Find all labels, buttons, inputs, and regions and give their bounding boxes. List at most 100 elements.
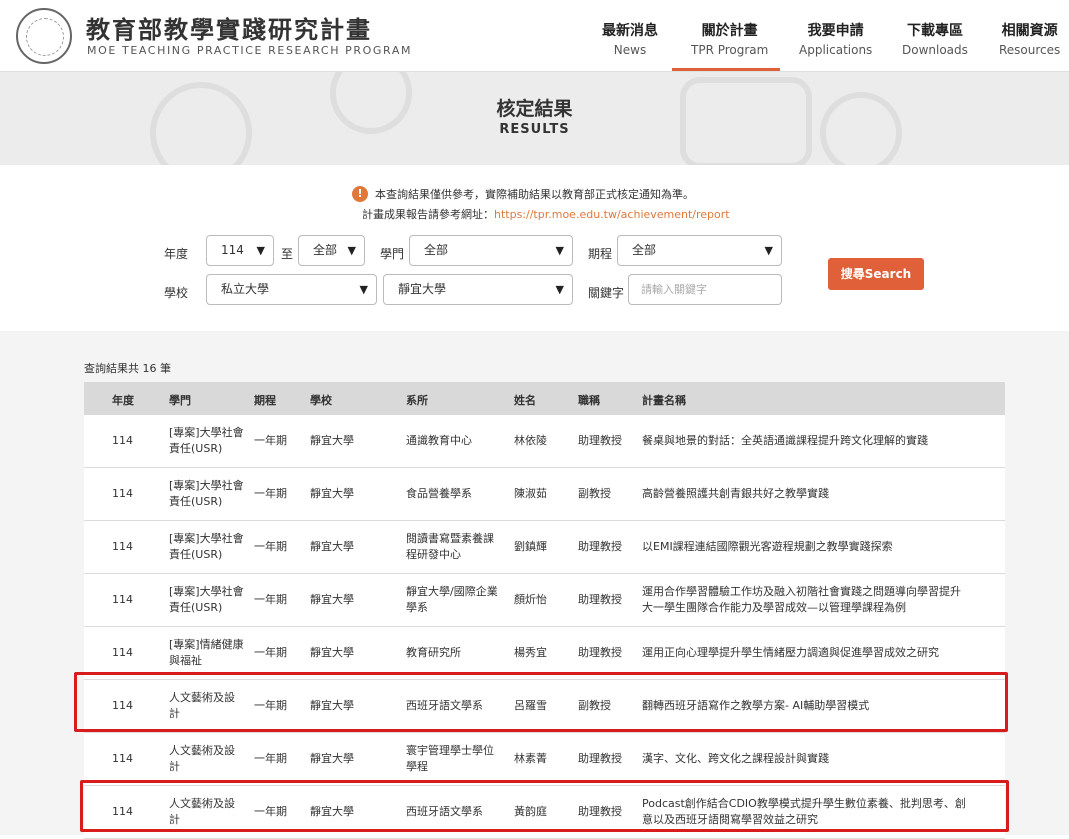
header-title: 職稱 (578, 394, 600, 407)
nav-resources[interactable]: 相關資源 Resources (999, 20, 1060, 57)
cell-field-line: 計 (169, 760, 180, 773)
field-label: 學門 (380, 247, 405, 261)
cell-name: 楊秀宜 (514, 646, 547, 659)
cell-dept-line: 程研發中心 (406, 548, 461, 561)
header-name: 姓名 (514, 394, 536, 407)
cell-field-line: [專案]大學社會 (169, 532, 244, 545)
cell-plan-line: 運用合作學習體驗工作坊及融入初階社會實踐之問題導向學習提升 (642, 585, 961, 598)
cell-title: 副教授 (578, 487, 611, 500)
cell-field-line: 責任(USR) (169, 495, 223, 508)
nav-tpr-en: TPR Program (691, 43, 769, 57)
cell-year: 114 (112, 593, 133, 606)
table-row[interactable]: 114 [專案]大學社會 責任(USR) 一年期 靜宜大學 通識教育中心 林依陵 助理教授 餐桌… (84, 415, 1005, 468)
cell-field-line: 責任(USR) (169, 442, 223, 455)
keyword-input[interactable]: 請輸入關鍵字 (628, 274, 782, 305)
cell-school: 靜宜大學 (310, 540, 354, 553)
chat-bubble-decoration-icon (680, 77, 812, 165)
notice-report-line: 計畫成果報告請參考網址：https://tpr.moe.edu.tw/achie… (362, 206, 730, 222)
year-select-value: 114 (221, 243, 244, 257)
cell-term: 一年期 (254, 434, 287, 447)
term-select[interactable]: 全部 ▼ (617, 235, 782, 266)
cell-title: 助理教授 (578, 752, 622, 765)
cell-plan: 運用合作學習體驗工作坊及融入初階社會實踐之問題導向學習提升 大一學生團隊合作能力及… (642, 584, 961, 616)
field-select-value: 全部 (424, 243, 449, 257)
cell-term: 一年期 (254, 646, 287, 659)
notice-text: 本查詢結果僅供參考，實際補助結果以教育部正式核定通知為準。 (375, 188, 694, 201)
cell-title: 助理教授 (578, 593, 622, 606)
search-button[interactable]: 搜尋Search (828, 258, 924, 290)
cell-field-line: 責任(USR) (169, 548, 223, 561)
nav-news-zh: 最新消息 (602, 23, 658, 39)
cell-dept-line: 學系 (406, 601, 428, 614)
table-row[interactable]: 114 [專案]大學社會 責任(USR) 一年期 靜宜大學 靜宜大學/國際企業 學系 顏炘怡 助… (84, 574, 1005, 627)
cell-name: 顏炘怡 (514, 593, 547, 606)
cell-title: 助理教授 (578, 646, 622, 659)
cell-term: 一年期 (254, 593, 287, 606)
cell-school: 靜宜大學 (310, 434, 354, 447)
cell-title: 助理教授 (578, 434, 622, 447)
nav-applications[interactable]: 我要申請 Applications (799, 20, 872, 57)
school-type-select[interactable]: 私立大學 ▼ (206, 274, 377, 305)
cell-dept: 通識教育中心 (406, 433, 472, 449)
nav-downloads-zh: 下載專區 (906, 23, 963, 39)
cell-name: 劉鎮輝 (514, 540, 547, 553)
cell-year: 114 (112, 434, 133, 447)
cell-year: 114 (112, 540, 133, 553)
cell-dept-line: 靜宜大學/國際企業 (406, 585, 498, 598)
cell-field: [專案]大學社會 責任(USR) (169, 531, 244, 563)
cell-year: 114 (112, 487, 133, 500)
site-title[interactable]: 教育部教學實踐研究計畫 (86, 10, 372, 45)
notice-report-prefix: 計畫成果報告請參考網址： (362, 208, 494, 221)
nav-news[interactable]: 最新消息 News (602, 20, 658, 57)
cell-term: 一年期 (254, 540, 287, 553)
table-row[interactable]: 114 [專案]大學社會 責任(USR) 一年期 靜宜大學 食品營養學系 陳淑茹 副教授 高齡營… (84, 468, 1005, 521)
site-header: 教育部教學實踐研究計畫 MOE TEACHING PRACTICE RESEAR… (0, 0, 1069, 72)
report-link[interactable]: https://tpr.moe.edu.tw/achievement/repor… (494, 208, 730, 221)
header-school: 學校 (310, 394, 332, 407)
cell-dept-line: 學程 (406, 760, 428, 773)
page-title: 核定結果 (496, 98, 573, 120)
logo-icon[interactable] (16, 8, 72, 64)
chevron-down-icon: ▼ (347, 244, 356, 257)
cell-dept: 食品營養學系 (406, 486, 472, 502)
cell-field: [專案]大學社會 責任(USR) (169, 425, 244, 457)
highlight-box (74, 672, 1008, 732)
cell-field-line: [專案]大學社會 (169, 585, 244, 598)
school-select[interactable]: 靜宜大學 ▼ (383, 274, 573, 305)
school-type-select-value: 私立大學 (221, 282, 270, 296)
cell-dept-line: 教育研究所 (406, 646, 461, 659)
cell-field: [專案]情緒健康 與福祉 (169, 637, 244, 669)
field-select[interactable]: 全部 ▼ (409, 235, 573, 266)
header-year: 年度 (112, 394, 134, 407)
year-select[interactable]: 114 ▼ (206, 235, 274, 266)
cell-name: 陳淑茹 (514, 487, 547, 500)
nav-applications-en: Applications (799, 43, 873, 57)
nav-tpr-program[interactable]: 關於計畫 TPR Program (691, 20, 768, 57)
nav-downloads-en: Downloads (902, 43, 968, 57)
chevron-down-icon: ▼ (359, 283, 368, 296)
school-select-value: 靜宜大學 (398, 282, 447, 296)
cell-plan-line: 大一學生團隊合作能力及學習成效—以管理學課程為例 (642, 601, 906, 614)
nav-resources-en: Resources (999, 43, 1061, 57)
cell-name: 林素菁 (514, 752, 547, 765)
cell-field: 人文藝術及設計 (169, 743, 235, 775)
header-term: 期程 (254, 394, 276, 407)
cell-plan-line: 以EMI課程連結國際觀光客遊程規劃之教學實踐探索 (642, 540, 893, 553)
cell-dept-line: 寰宇管理學士學位 (406, 744, 494, 757)
cell-name: 林依陵 (514, 434, 547, 447)
cell-school: 靜宜大學 (310, 646, 354, 659)
cell-dept-line: 通識教育中心 (406, 434, 472, 447)
term-select-value: 全部 (632, 243, 657, 257)
table-row[interactable]: 114 [專案]大學社會 責任(USR) 一年期 靜宜大學 閱讀書寫暨素養課 程研發中心 劉鎮… (84, 521, 1005, 574)
cell-plan: 以EMI課程連結國際觀光客遊程規劃之教學實踐探索 (642, 539, 893, 555)
table-row[interactable]: 114 人文藝術及設計 一年期 靜宜大學 寰宇管理學士學位 學程 林素菁 助理教授 漢字、文化、… (84, 733, 1005, 786)
cell-field-line: 責任(USR) (169, 601, 223, 614)
nav-downloads[interactable]: 下載專區 Downloads (902, 20, 968, 57)
cell-dept: 閱讀書寫暨素養課 程研發中心 (406, 531, 494, 563)
year-to-select[interactable]: 全部 ▼ (298, 235, 365, 266)
cell-field-line: 人文藝術及設 (169, 744, 235, 757)
nav-resources-zh: 相關資源 (1001, 23, 1058, 39)
highlight-box (80, 780, 1009, 832)
cell-plan-line: 運用正向心理學提升學生情緒壓力調適與促進學習成效之研究 (642, 646, 939, 659)
nav-tpr-zh: 關於計畫 (701, 23, 758, 39)
